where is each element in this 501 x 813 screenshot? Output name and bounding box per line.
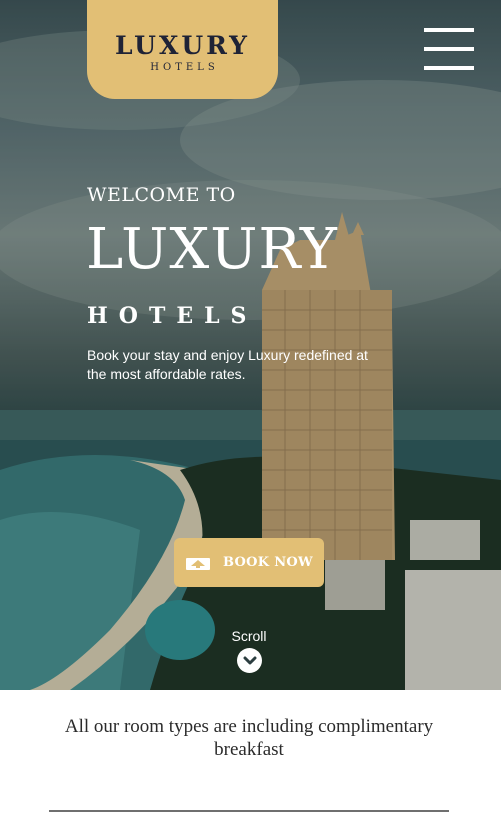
section-divider (49, 810, 449, 812)
hero-subtitle: HOTELS (87, 303, 258, 329)
hero-description: Book your stay and enjoy Luxury redefine… (87, 347, 368, 382)
menu-bar (424, 47, 474, 51)
scroll-label: Scroll (231, 628, 267, 644)
hero-section: LUXURY HOTELS WELCOME TO LUXURY HOTELS B… (0, 0, 501, 690)
hamburger-menu-icon[interactable] (424, 28, 474, 72)
hotel-icon (186, 557, 211, 570)
logo-title: LUXURY (114, 30, 251, 60)
hero-title: LUXURY (86, 217, 338, 282)
chevron-down-icon[interactable] (237, 648, 262, 673)
logo-subtitle: HOTELS (150, 61, 219, 73)
book-now-label: BOOK NOW (223, 555, 313, 570)
chevron-down-glyph (243, 656, 256, 664)
menu-bar (424, 66, 474, 70)
logo[interactable]: LUXURY HOTELS (87, 0, 278, 99)
menu-bar (424, 28, 474, 32)
breakfast-notice: All our room types are including complim… (64, 716, 434, 760)
hero-welcome-text: WELCOME TO (87, 184, 236, 206)
book-now-button[interactable]: BOOK NOW (174, 538, 324, 587)
